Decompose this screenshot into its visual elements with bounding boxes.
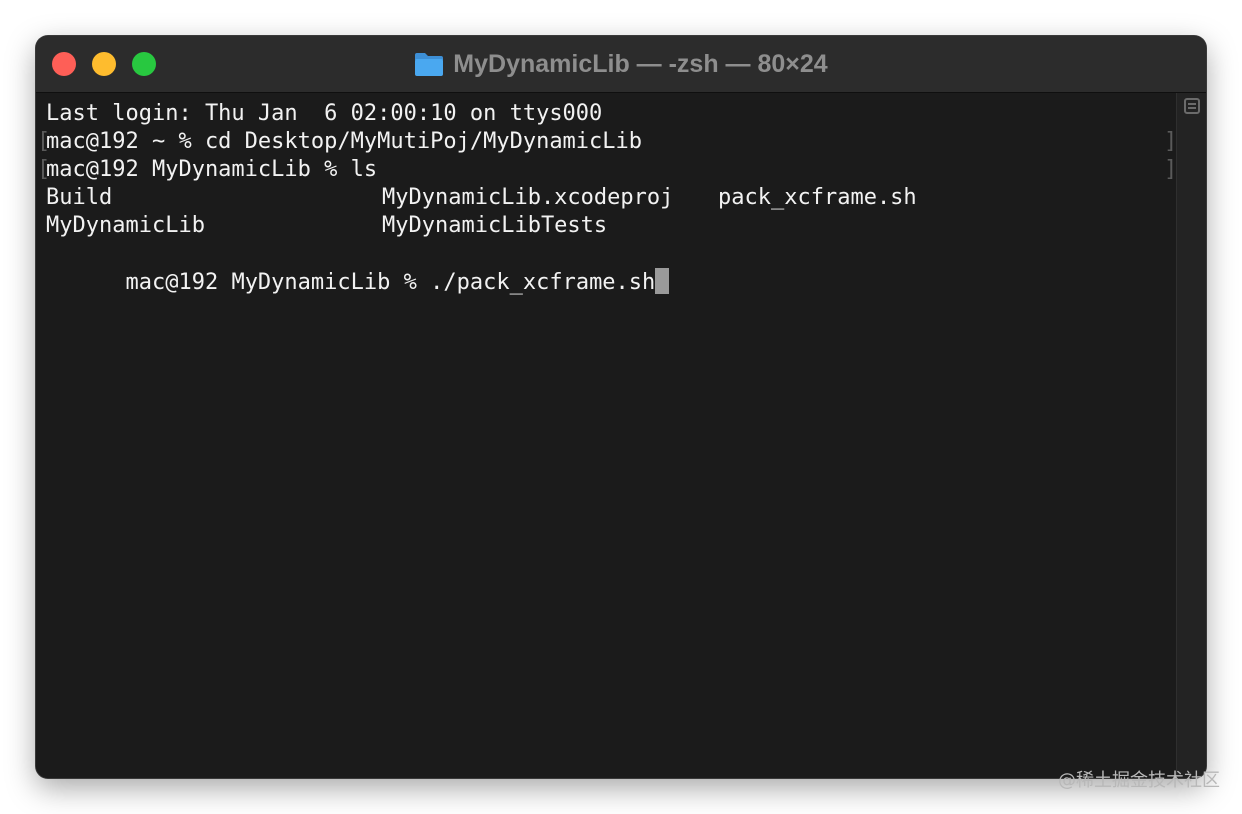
prompt-command: mac@192 MyDynamicLib % ./pack_xcframe.sh xyxy=(125,270,656,295)
ls-output-row: Build MyDynamicLib.xcodeproj pack_xcfram… xyxy=(46,184,1146,212)
terminal-window: MyDynamicLib — -zsh — 80×24 Last login: … xyxy=(36,36,1206,778)
ls-entry: MyDynamicLib xyxy=(46,213,205,238)
terminal-output[interactable]: Last login: Thu Jan 6 02:00:10 on ttys00… xyxy=(36,93,1177,778)
scrollbar-track[interactable] xyxy=(1176,93,1206,778)
split-pane-icon[interactable] xyxy=(1184,98,1200,114)
ls-entry: MyDynamicLib.xcodeproj xyxy=(382,185,674,210)
window-title-container: MyDynamicLib — -zsh — 80×24 xyxy=(36,36,1206,92)
terminal-prompt-line[interactable]: mac@192 MyDynamicLib % ./pack_xcframe.sh xyxy=(46,240,670,295)
window-title: MyDynamicLib — -zsh — 80×24 xyxy=(453,49,828,78)
ls-output-row: MyDynamicLib MyDynamicLibTests xyxy=(46,212,1146,240)
watermark-text: @稀土掘金技术社区 xyxy=(1058,770,1220,791)
ls-entry: Build xyxy=(46,185,113,210)
terminal-line: Last login: Thu Jan 6 02:00:10 on ttys00… xyxy=(46,101,603,126)
terminal-line: mac@192 MyDynamicLib % ls xyxy=(46,157,378,182)
text-cursor xyxy=(655,268,670,294)
ls-entry: pack_xcframe.sh xyxy=(718,185,917,210)
ls-entry: MyDynamicLibTests xyxy=(382,213,608,238)
folder-icon xyxy=(415,53,444,76)
terminal-line: mac@192 ~ % cd Desktop/MyMutiPoj/MyDynam… xyxy=(46,129,643,154)
title-bar[interactable]: MyDynamicLib — -zsh — 80×24 xyxy=(36,36,1206,93)
